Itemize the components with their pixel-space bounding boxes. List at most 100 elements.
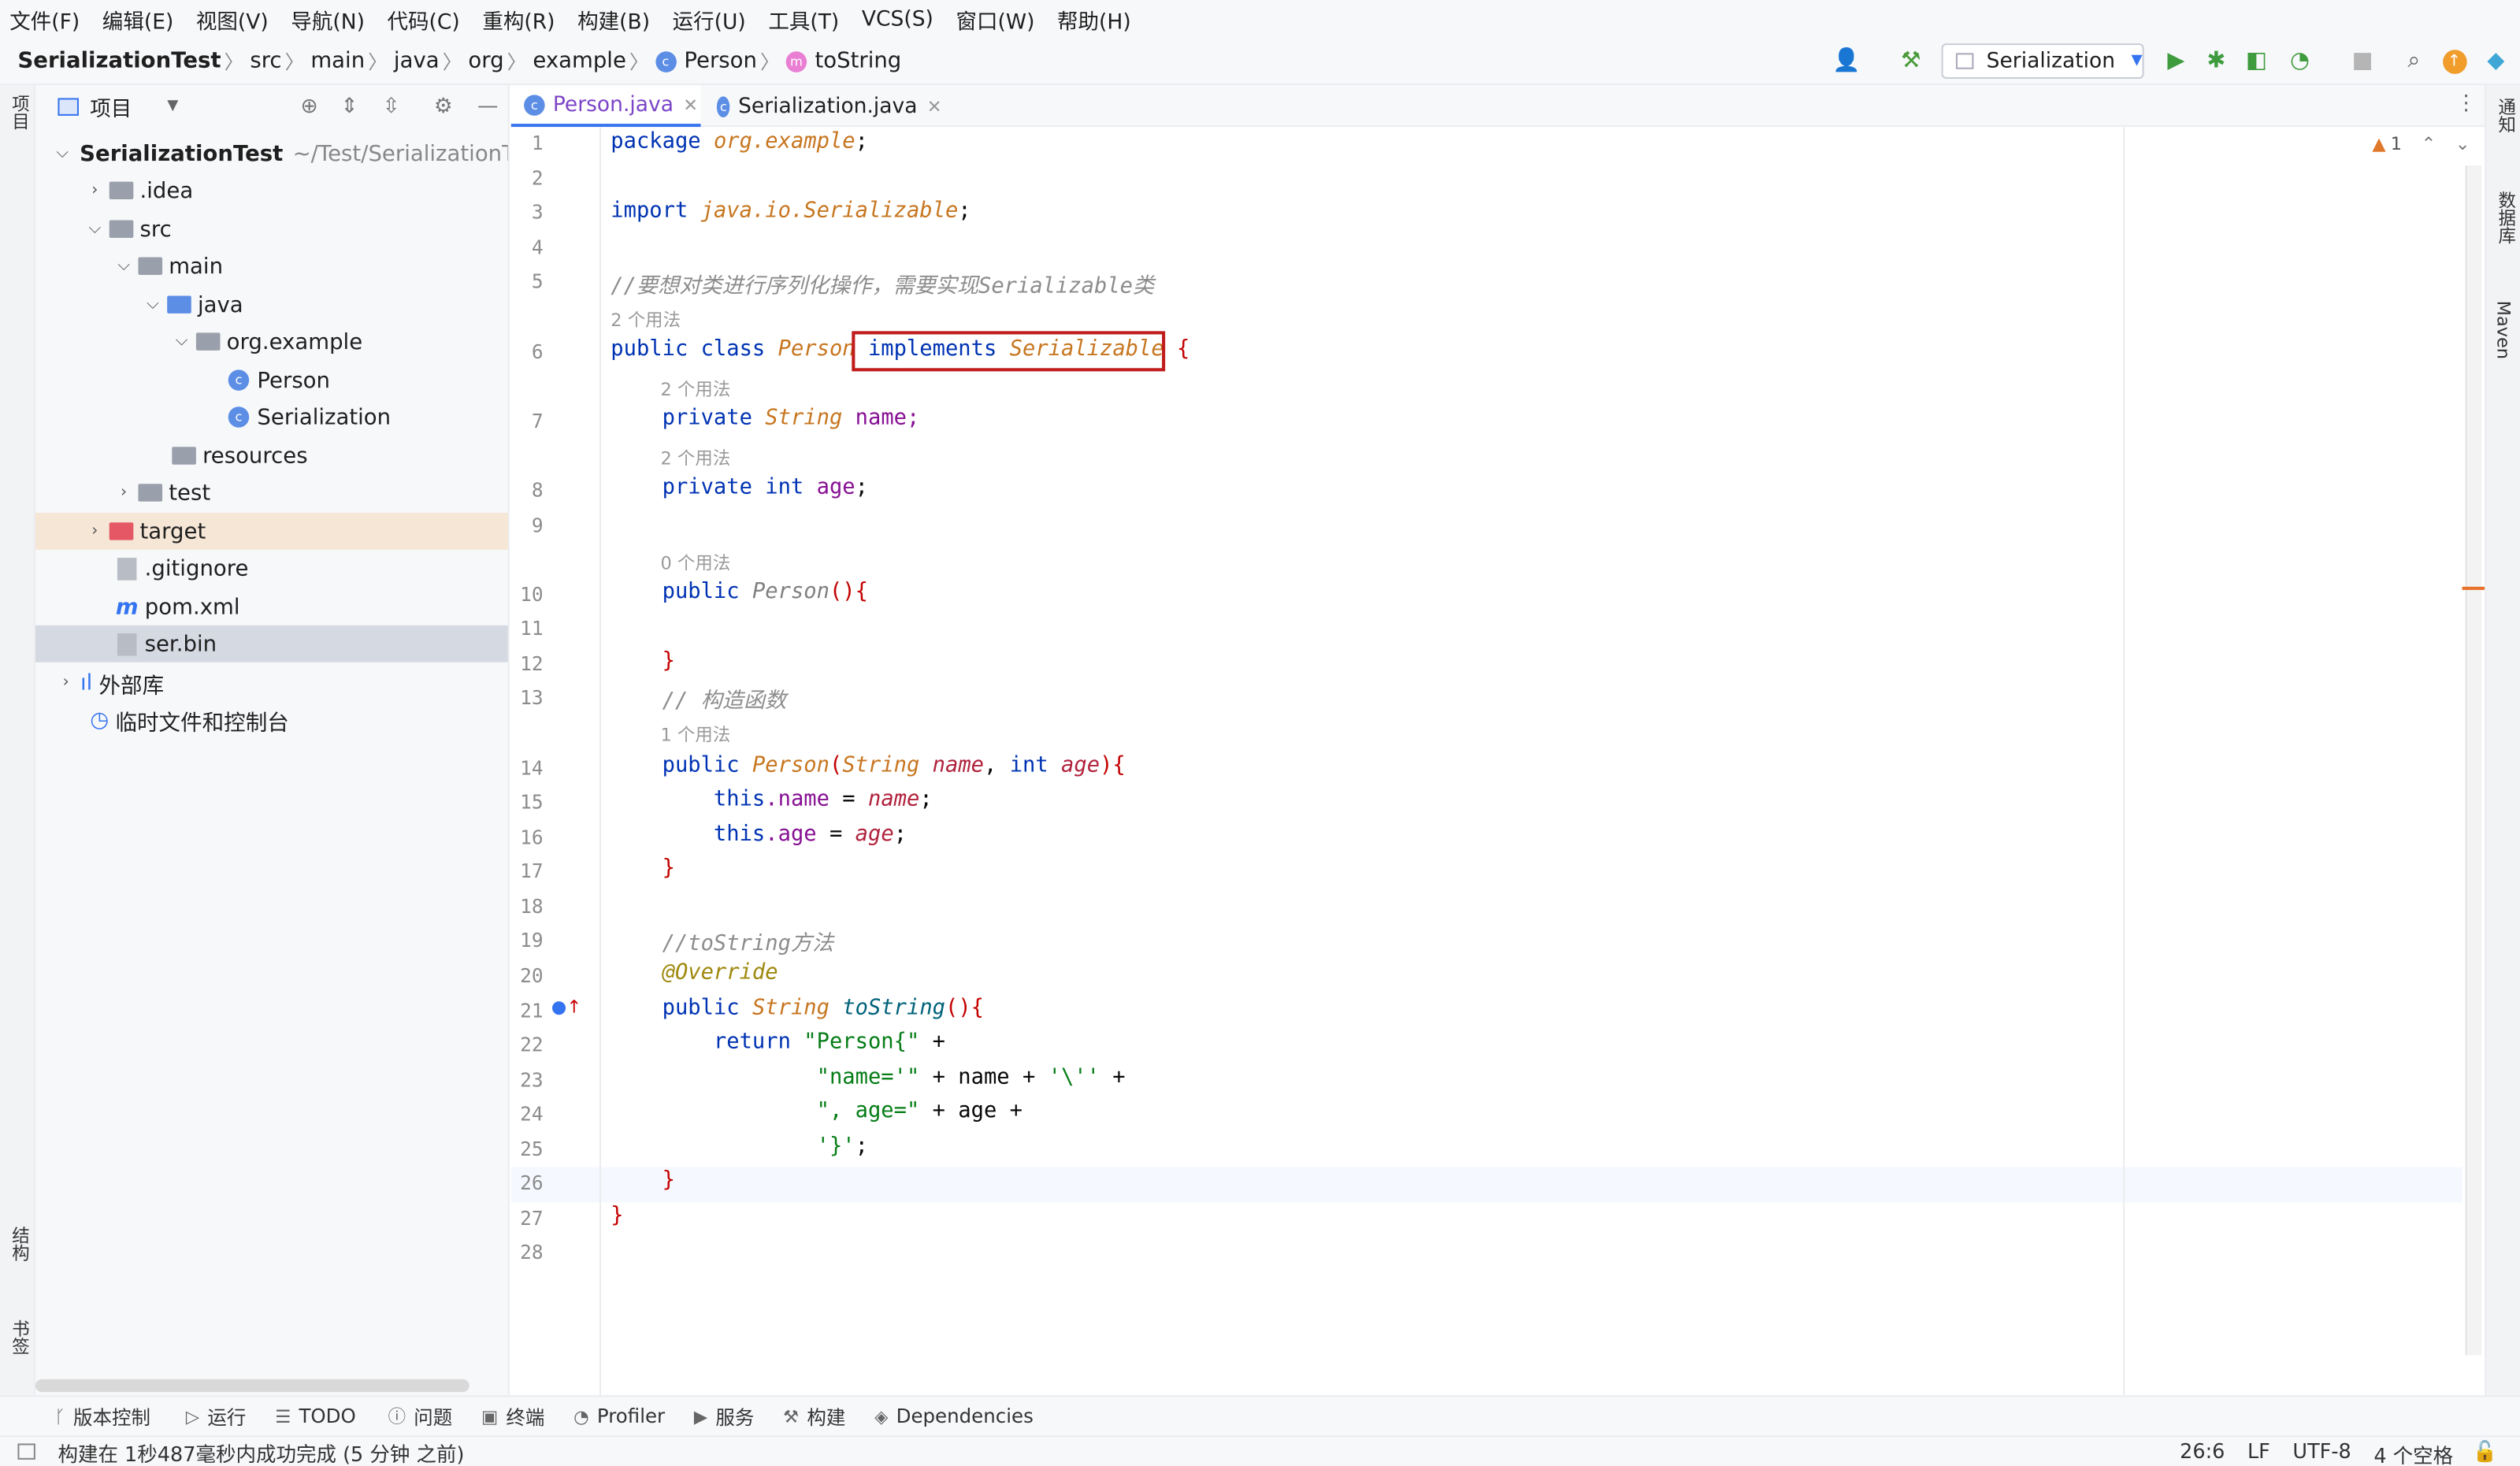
search-icon[interactable]: ⌕ [2399, 46, 2429, 76]
tool-build[interactable]: ⚒ 构建 [783, 1402, 845, 1430]
gear-icon[interactable]: ⚙ [434, 94, 453, 118]
tree-item-main[interactable]: ⌵ main [35, 247, 508, 284]
tree-item-scratches[interactable]: ◷ 临时文件和控制台 [35, 701, 508, 738]
caret-position[interactable]: 26:6 [2180, 1438, 2225, 1466]
profile-icon[interactable]: ◔ [2285, 46, 2314, 76]
tree-item-target[interactable]: › target [35, 512, 508, 550]
horizontal-scrollbar[interactable] [35, 1379, 469, 1393]
locate-icon[interactable]: ⊕ [301, 94, 318, 118]
run-icon[interactable]: ▶ [2162, 46, 2191, 76]
tree-item-src[interactable]: ⌵ src [35, 210, 508, 247]
status-message[interactable]: 构建在 1秒487毫秒内成功完成 (5 分钟 之前) [58, 1436, 464, 1466]
tree-item-idea[interactable]: › .idea [35, 172, 508, 209]
lock-icon[interactable]: 🔓 [2473, 1438, 2498, 1466]
stop-icon[interactable]: ■ [2348, 46, 2377, 76]
code-line: //toString方法 [611, 932, 834, 957]
breadcrumb-project[interactable]: SerializationTest [17, 48, 221, 74]
tree-item-external-libraries[interactable]: › ıl 外部库 [35, 664, 508, 701]
tree-item-test[interactable]: › test [35, 474, 508, 511]
right-tool-strip: 通知 数据库 Maven [2485, 85, 2520, 1396]
project-panel-title[interactable]: 项目 [90, 91, 132, 121]
inspection-widget[interactable]: ▲ 1 ⌃ ⌄ [2372, 133, 2470, 154]
structure-tool-button[interactable]: 结构 [6, 1227, 32, 1262]
tool-run[interactable]: ▷ 运行 [186, 1402, 246, 1430]
tool-vcs[interactable]: ᚴ 版本控制 [54, 1402, 150, 1430]
update-icon[interactable]: ↑ [2440, 46, 2469, 76]
tree-item-gitignore[interactable]: .gitignore [35, 550, 508, 587]
notifications-tool-button[interactable]: 通知 [2492, 98, 2518, 133]
tool-services[interactable]: ▶ 服务 [694, 1402, 754, 1430]
runnable-class-icon: c [228, 406, 250, 428]
run-configuration-select[interactable]: Serialization ▼ [1941, 43, 2144, 79]
tree-item-pom[interactable]: m pom.xml [35, 588, 508, 625]
menu-vcs[interactable]: VCS(S) [862, 7, 933, 32]
line-number: 11 [520, 617, 544, 640]
debug-icon[interactable]: ✱ [2202, 46, 2231, 76]
tree-item-serialization[interactable]: c Serialization [35, 399, 508, 436]
line-separator[interactable]: LF [2247, 1438, 2270, 1466]
collapse-all-icon[interactable]: ⇳ [383, 94, 400, 118]
chevron-up-icon[interactable]: ⌃ [2421, 133, 2436, 154]
override-icon[interactable]: ●↑ [551, 997, 581, 1018]
close-icon[interactable]: ✕ [683, 94, 698, 115]
project-panel-header: 项目 ▼ ⊕ ⇕ ⇳ ⚙ — [35, 85, 508, 127]
breadcrumb-java[interactable]: java [394, 48, 440, 74]
vertical-scrollbar[interactable] [2462, 165, 2485, 1356]
code-editor[interactable]: ▲ 1 ⌃ ⌄ 1 2 3 4 5 6 7 8 9 10 11 12 13 14… [510, 127, 2485, 1396]
menu-run[interactable]: 运行(U) [673, 4, 746, 35]
menu-code[interactable]: 代码(C) [387, 4, 459, 35]
coverage-icon[interactable]: ◧ [2242, 46, 2271, 76]
menu-edit[interactable]: 编辑(E) [102, 4, 174, 35]
close-icon[interactable]: ✕ [927, 95, 942, 117]
menu-refactor[interactable]: 重构(R) [482, 4, 555, 35]
jetbrains-logo-icon[interactable]: ◆ [2481, 46, 2511, 76]
tab-label: Serialization.java [738, 94, 918, 118]
status-toggle-icon[interactable] [17, 1443, 35, 1460]
breadcrumb-org[interactable]: org [468, 48, 503, 74]
user-icon[interactable]: 👤 [1832, 46, 1861, 76]
indent-setting[interactable]: 4 个空格 [2373, 1438, 2453, 1466]
tool-profiler[interactable]: ◔ Profiler [573, 1405, 665, 1427]
tool-label: 问题 [414, 1405, 453, 1429]
build-hammer-icon[interactable]: ⚒ [1896, 46, 1925, 76]
expand-all-icon[interactable]: ⇕ [341, 94, 358, 118]
usage-hint[interactable]: 2 个用法 [611, 307, 681, 333]
chevron-down-icon[interactable]: ⌄ [2455, 133, 2470, 154]
tree-item-root[interactable]: ⌵ SerializationTest ~/Test/Serialization… [35, 135, 507, 172]
project-tool-button[interactable]: 项目 [6, 95, 32, 130]
breadcrumb-class[interactable]: c Person [655, 48, 757, 74]
usage-hint[interactable]: 2 个用法 [661, 377, 731, 403]
breadcrumb-main[interactable]: main [310, 48, 365, 74]
usage-hint[interactable]: 0 个用法 [661, 550, 731, 576]
minimize-icon[interactable]: — [477, 94, 499, 118]
tool-problems[interactable]: ⓘ 问题 [388, 1402, 453, 1430]
tree-item-resources[interactable]: resources [35, 437, 508, 474]
tree-item-serbin[interactable]: ser.bin [35, 625, 508, 662]
menu-file[interactable]: 文件(F) [9, 4, 80, 35]
tab-person-java[interactable]: c Person.java ✕ [510, 85, 701, 128]
menu-help[interactable]: 帮助(H) [1057, 4, 1131, 35]
menu-view[interactable]: 视图(V) [196, 4, 269, 35]
more-options-icon[interactable]: ⋮ [2455, 91, 2477, 116]
tab-serialization-java[interactable]: c Serialization.java ✕ [704, 85, 942, 127]
breadcrumb-method[interactable]: m toString [785, 48, 901, 74]
tool-terminal[interactable]: ▣ 终端 [481, 1402, 544, 1430]
bookmarks-tool-button[interactable]: 书签 [6, 1319, 32, 1355]
tool-dependencies[interactable]: ◈ Dependencies [874, 1405, 1034, 1427]
menu-window[interactable]: 窗口(W) [956, 4, 1034, 35]
database-tool-button[interactable]: 数据库 [2492, 191, 2518, 244]
file-encoding[interactable]: UTF-8 [2292, 1438, 2351, 1466]
breadcrumb-example[interactable]: example [533, 48, 626, 74]
tool-todo[interactable]: ☰ TODO [275, 1405, 356, 1427]
tree-item-java[interactable]: ⌵ java [35, 286, 508, 323]
tree-item-person[interactable]: c Person [35, 362, 508, 399]
maven-tool-button[interactable]: Maven [2492, 301, 2514, 359]
tree-item-package[interactable]: ⌵ org.example [35, 323, 508, 360]
menu-tools[interactable]: 工具(T) [768, 4, 839, 35]
breadcrumb-src[interactable]: src [250, 48, 281, 74]
menu-navigate[interactable]: 导航(N) [291, 4, 365, 35]
chevron-down-icon[interactable]: ▼ [167, 98, 178, 113]
usage-hint[interactable]: 2 个用法 [661, 445, 731, 471]
usage-hint[interactable]: 1 个用法 [661, 722, 731, 748]
menu-build[interactable]: 构建(B) [577, 4, 650, 35]
